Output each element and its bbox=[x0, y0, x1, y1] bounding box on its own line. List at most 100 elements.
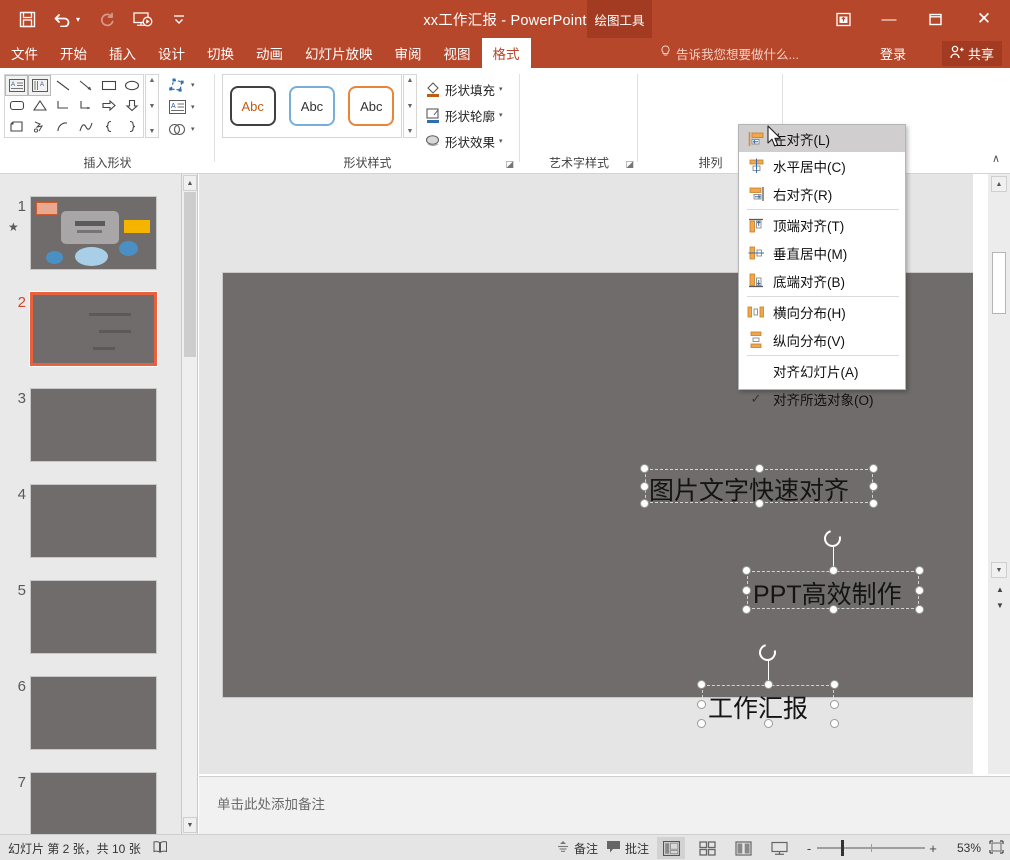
shape-styles-scroll[interactable]: ▲ ▼ ▼ bbox=[403, 74, 417, 138]
merge-shapes-button[interactable]: ▾ bbox=[166, 118, 212, 140]
rotate-handle-icon[interactable] bbox=[755, 640, 780, 665]
shape-styles-gallery[interactable]: Abc Abc Abc bbox=[222, 74, 402, 138]
tab-file[interactable]: 文件 bbox=[0, 38, 49, 68]
thumbnail-scroll-down-icon[interactable]: ▼ bbox=[183, 817, 197, 833]
shape-line-icon[interactable] bbox=[51, 75, 74, 96]
handle-w[interactable] bbox=[640, 482, 649, 491]
tab-view[interactable]: 视图 bbox=[433, 38, 482, 68]
shape-vertical-text-icon[interactable]: A bbox=[28, 75, 51, 96]
edit-shape-dropdown-icon[interactable]: ▾ bbox=[191, 81, 195, 89]
scroll-down-icon[interactable]: ▼ bbox=[991, 562, 1007, 578]
thumbnail-slide-7[interactable]: 7 bbox=[0, 770, 181, 834]
insert-text-box-button[interactable]: A ▾ bbox=[166, 96, 212, 118]
thumbnail-slide-2[interactable]: 2 bbox=[0, 290, 181, 386]
shape-triangle-icon[interactable] bbox=[28, 96, 51, 117]
tab-format[interactable]: 格式 bbox=[481, 38, 531, 68]
gallery-scroll-down-icon[interactable]: ▼ bbox=[149, 103, 156, 110]
shape-elbow-arrow-connector-icon[interactable] bbox=[74, 96, 97, 117]
view-slide-sorter-button[interactable] bbox=[693, 837, 721, 859]
rotate-handle-icon[interactable] bbox=[820, 526, 845, 551]
textbox-ppt[interactable]: PPT高效制作 bbox=[742, 526, 924, 614]
menu-item-align-middle[interactable]: 垂直居中(M) bbox=[739, 239, 905, 267]
zoom-slider[interactable]: - + bbox=[801, 840, 941, 856]
zoom-in-button[interactable]: + bbox=[925, 841, 941, 856]
shape-style-preview-1[interactable]: Abc bbox=[229, 86, 276, 126]
merge-shapes-dropdown-icon[interactable]: ▾ bbox=[191, 125, 195, 133]
textbox-report[interactable]: 工作汇报 bbox=[697, 640, 839, 728]
handle-sw[interactable] bbox=[640, 499, 649, 508]
share-button[interactable]: 共享 bbox=[941, 41, 1002, 66]
tab-insert[interactable]: 插入 bbox=[98, 38, 147, 68]
sign-in-link[interactable]: 登录 bbox=[880, 38, 906, 68]
shape-down-arrow-icon[interactable] bbox=[120, 96, 143, 117]
thumbnail-slide-6[interactable]: 6 bbox=[0, 674, 181, 770]
notes-pane[interactable]: 单击此处添加备注 bbox=[199, 776, 1010, 834]
shape-elbow-connector-icon[interactable] bbox=[51, 96, 74, 117]
zoom-level-label[interactable]: 53% bbox=[949, 841, 981, 855]
handle-n[interactable] bbox=[755, 464, 764, 473]
shape-effects-dropdown-icon[interactable]: ▾ bbox=[499, 137, 503, 145]
shape-style-preview-2[interactable]: Abc bbox=[288, 86, 335, 126]
handle-ne[interactable] bbox=[915, 566, 924, 575]
shape-right-arrow-icon[interactable] bbox=[97, 96, 120, 117]
handle-s[interactable] bbox=[755, 499, 764, 508]
tell-me-box[interactable]: 告诉我您想要做什么... bbox=[660, 38, 799, 68]
handle-se[interactable] bbox=[869, 499, 878, 508]
handle-se[interactable] bbox=[915, 605, 924, 614]
minimize-button[interactable]: — bbox=[866, 0, 912, 38]
comments-button[interactable]: 批注 bbox=[606, 840, 649, 857]
styles-scroll-up-icon[interactable]: ▲ bbox=[407, 77, 414, 84]
handle-nw[interactable] bbox=[640, 464, 649, 473]
gallery-scroll-up-icon[interactable]: ▲ bbox=[149, 77, 156, 84]
menu-item-align-right[interactable]: 右对齐(R) bbox=[739, 180, 905, 208]
shape-rectangle-icon[interactable] bbox=[97, 75, 120, 96]
shape-outline-button[interactable]: 形状轮廓 ▾ bbox=[424, 102, 512, 128]
menu-item-align-to-slide[interactable]: 对齐幻灯片(A) bbox=[739, 357, 905, 385]
zoom-out-button[interactable]: - bbox=[801, 841, 817, 856]
menu-item-distribute-horizontally[interactable]: 横向分布(H) bbox=[739, 298, 905, 326]
shape-fill-dropdown-icon[interactable]: ▾ bbox=[499, 85, 503, 93]
shape-folded-corner-icon[interactable] bbox=[5, 116, 28, 137]
shape-fill-button[interactable]: 形状填充 ▾ bbox=[424, 76, 512, 102]
fit-slide-to-window-button[interactable] bbox=[989, 839, 1004, 857]
menu-item-align-top[interactable]: 顶端对齐(T) bbox=[739, 211, 905, 239]
handle-w[interactable] bbox=[742, 586, 751, 595]
slide-vertical-scrollbar[interactable]: ▲ ▼ ▲ ▼ bbox=[988, 174, 1010, 774]
scroll-up-icon[interactable]: ▲ bbox=[991, 176, 1007, 192]
handle-sw[interactable] bbox=[697, 719, 706, 728]
handle-e[interactable] bbox=[915, 586, 924, 595]
thumbnail-scroll-up-icon[interactable]: ▲ bbox=[183, 175, 197, 191]
tab-home[interactable]: 开始 bbox=[49, 38, 98, 68]
handle-n[interactable] bbox=[764, 680, 773, 689]
slide-thumbnail-panel[interactable]: 1 ★ 2 3 4 5 6 7 bbox=[0, 174, 182, 834]
shape-arc-icon[interactable] bbox=[51, 116, 74, 137]
handle-ne[interactable] bbox=[830, 680, 839, 689]
thumbnail-slide-4[interactable]: 4 bbox=[0, 482, 181, 578]
previous-slide-icon[interactable]: ▲ bbox=[993, 582, 1007, 597]
wordart-dialog-launcher[interactable]: ◪ bbox=[625, 159, 634, 170]
shape-curve-icon[interactable] bbox=[74, 116, 97, 137]
menu-item-distribute-vertically[interactable]: 纵向分布(V) bbox=[739, 326, 905, 354]
styles-scroll-down-icon[interactable]: ▼ bbox=[407, 103, 414, 110]
handle-e[interactable] bbox=[830, 700, 839, 709]
view-reading-button[interactable] bbox=[729, 837, 757, 859]
close-button[interactable]: ✕ bbox=[958, 0, 1010, 38]
thumbnail-slide-5[interactable]: 5 bbox=[0, 578, 181, 674]
shape-oval-icon[interactable] bbox=[120, 75, 143, 96]
styles-more-icon[interactable]: ▼ bbox=[407, 128, 414, 135]
shape-rounded-rectangle-icon[interactable] bbox=[5, 96, 28, 117]
shape-effects-button[interactable]: 形状效果 ▾ bbox=[424, 128, 512, 154]
menu-item-align-left[interactable]: 左对齐(L) bbox=[739, 125, 905, 152]
tab-design[interactable]: 设计 bbox=[147, 38, 196, 68]
handle-sw[interactable] bbox=[742, 605, 751, 614]
zoom-handle[interactable] bbox=[841, 840, 844, 856]
shape-left-brace-icon[interactable] bbox=[97, 116, 120, 137]
view-slideshow-button[interactable] bbox=[765, 837, 793, 859]
gallery-more-icon[interactable]: ▼ bbox=[149, 128, 156, 135]
tab-review[interactable]: 审阅 bbox=[384, 38, 433, 68]
shape-outline-dropdown-icon[interactable]: ▾ bbox=[499, 111, 503, 119]
shape-style-preview-3[interactable]: Abc bbox=[348, 86, 395, 126]
ribbon-display-options-icon[interactable] bbox=[820, 0, 866, 38]
shapes-gallery[interactable]: A A bbox=[4, 74, 144, 138]
thumbnail-scroll-handle[interactable] bbox=[184, 192, 196, 357]
